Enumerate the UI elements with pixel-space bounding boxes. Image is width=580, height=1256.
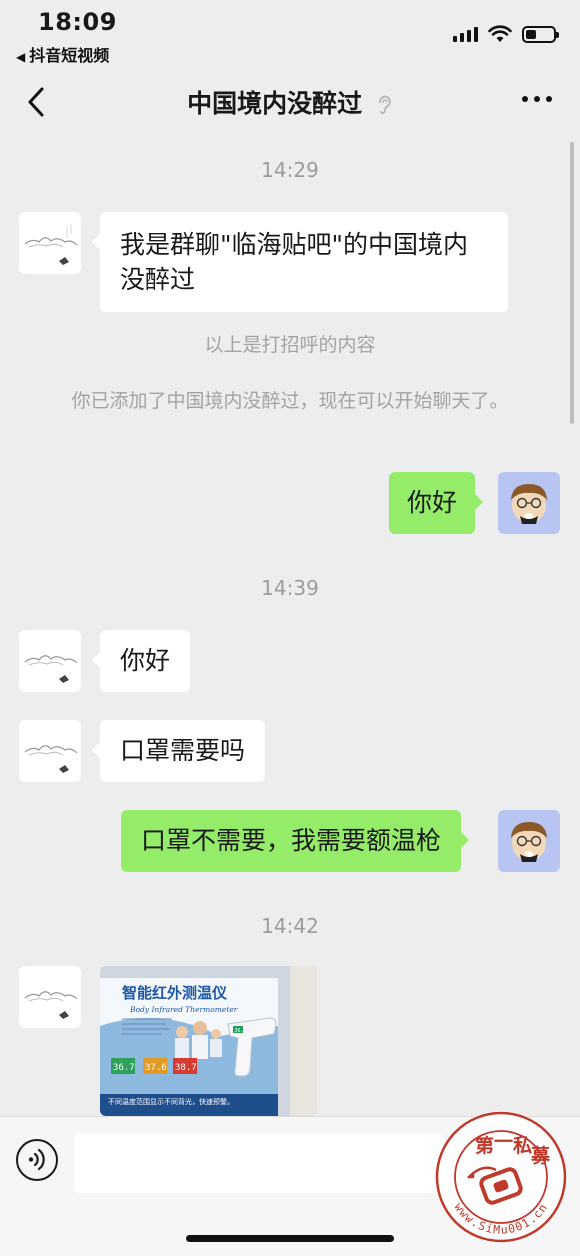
image-message-thermometer[interactable]: 智能红外测温仪 Body Infrared Thermometer 36.5 3… — [100, 966, 317, 1116]
scrollbar[interactable] — [570, 142, 574, 424]
home-indicator[interactable] — [186, 1235, 394, 1242]
back-triangle-icon: ◀ — [16, 50, 26, 64]
chat-title-text: 中国境内没醉过 — [187, 89, 363, 118]
my-avatar[interactable] — [498, 810, 560, 872]
thermometer-box-photo: 智能红外测温仪 Body Infrared Thermometer 36.5 3… — [100, 966, 317, 1116]
gun-reading: 36.5 — [235, 1028, 247, 1034]
ink-landscape-icon — [24, 655, 78, 683]
listen-ear-icon — [378, 95, 391, 114]
message-bubble-received[interactable]: 我是群聊"临海贴吧"的中国境内没醉过 — [92, 212, 508, 312]
more-options-icon[interactable] — [522, 96, 552, 102]
box-footer: 不同温度范围显示不同背光，快速预警。 — [108, 1097, 234, 1106]
system-notice: 你已添加了中国境内没醉过，现在可以开始聊天了。 — [71, 390, 509, 412]
status-time: 18:09 — [38, 8, 117, 36]
voice-input-button[interactable] — [16, 1139, 58, 1181]
battery-icon — [522, 25, 559, 43]
timestamp: 14:42 — [261, 914, 319, 938]
system-notice: 以上是打招呼的内容 — [204, 334, 376, 356]
contact-avatar[interactable] — [19, 212, 81, 274]
svg-text:募: 募 — [530, 1145, 551, 1167]
wifi-icon — [488, 25, 512, 42]
back-to-app-link[interactable]: ◀ 抖音短视频 — [16, 42, 109, 66]
reading-mid: 37.6 — [145, 1063, 167, 1073]
timestamp: 14:39 — [261, 576, 319, 600]
my-avatar[interactable] — [498, 472, 560, 534]
svg-text:第: 第 — [475, 1134, 494, 1157]
cartoon-face-icon — [511, 822, 547, 862]
box-subtitle: Body Infrared Thermometer — [129, 1005, 238, 1014]
message-bubble-received[interactable]: 你好 — [91, 630, 191, 692]
chat-title: 中国境内没醉过 — [0, 84, 580, 120]
timestamp: 14:29 — [261, 158, 319, 182]
contact-avatar[interactable] — [19, 966, 81, 1028]
watermark-stamp-logo: 第 一 私 募 www.SiMu001.cn — [435, 1111, 567, 1243]
reading-high: 38.7 — [175, 1063, 197, 1073]
chat-header: 中国境内没醉过 — [0, 70, 580, 136]
ink-landscape-icon — [24, 224, 78, 265]
status-bar: 18:09 ◀ 抖音短视频 — [0, 0, 580, 70]
ink-landscape-icon — [24, 991, 78, 1019]
message-input[interactable] — [74, 1133, 444, 1193]
message-bubble-sent[interactable]: 你好 — [389, 472, 484, 534]
cellular-signal-icon — [453, 26, 478, 42]
message-bubble-sent[interactable]: 口罩不需要，我需要额温枪 — [121, 810, 470, 872]
svg-text:一: 一 — [494, 1131, 513, 1153]
cartoon-face-icon — [511, 484, 547, 524]
contact-avatar[interactable] — [19, 720, 81, 782]
svg-text:私: 私 — [513, 1135, 532, 1157]
back-app-label: 抖音短视频 — [29, 46, 110, 65]
box-title: 智能红外测温仪 — [122, 984, 228, 1002]
status-icons — [453, 22, 559, 46]
voice-icon — [28, 1148, 45, 1171]
contact-avatar[interactable] — [19, 630, 81, 692]
message-bubble-received[interactable]: 口罩需要吗 — [91, 720, 266, 782]
ink-landscape-icon — [24, 745, 78, 773]
reading-normal: 36.7 — [113, 1063, 135, 1073]
